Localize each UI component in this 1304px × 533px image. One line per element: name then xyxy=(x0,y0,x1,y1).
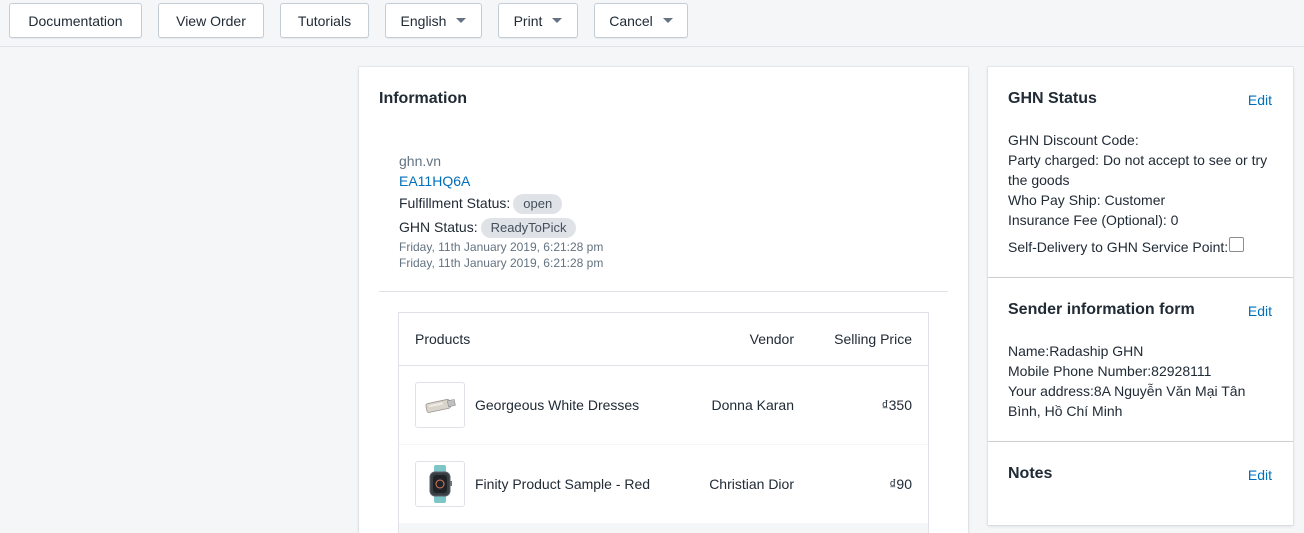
ghn-status-label: GHN Status: xyxy=(399,219,478,235)
ghn-status-title: GHN Status xyxy=(1008,90,1097,107)
sender-info-title: Sender information form xyxy=(1008,301,1195,318)
product-price: ₫90 xyxy=(889,476,912,492)
usb-drive-icon xyxy=(425,398,456,413)
print-dropdown[interactable]: Print xyxy=(498,3,578,38)
product-name[interactable]: Finity Product Sample - Red xyxy=(475,476,650,492)
header-vendor: Vendor xyxy=(749,331,794,347)
sender-info-card: Sender information form Edit Name:Radash… xyxy=(988,278,1293,441)
self-delivery-checkbox[interactable] xyxy=(1229,236,1245,252)
documentation-button-label: Documentation xyxy=(28,12,123,29)
caret-down-icon xyxy=(552,18,563,23)
updated-date: Friday, 11th January 2019, 6:21:28 pm xyxy=(399,256,604,270)
who-pay-ship: Who Pay Ship: Customer xyxy=(1008,192,1166,208)
order-code-link[interactable]: EA11HQ6A xyxy=(399,171,470,191)
language-dropdown[interactable]: English xyxy=(385,3,482,38)
notes-card: Notes Edit xyxy=(988,442,1293,525)
fulfillment-status-badge: open xyxy=(513,194,563,214)
information-title: Information xyxy=(379,90,467,107)
header-products: Products xyxy=(415,331,471,347)
sender-info-edit-link[interactable]: Edit xyxy=(1248,303,1272,319)
self-delivery-label: Self-Delivery to GHN Service Point: xyxy=(1008,239,1229,255)
sender-name: Name:Radaship GHN xyxy=(1008,343,1144,359)
fulfillment-status-label: Fulfillment Status: xyxy=(399,195,511,211)
table-row[interactable]: Finity Product Sample - Red Christian Di… xyxy=(399,445,928,524)
view-order-button-label: View Order xyxy=(176,12,246,29)
tutorials-button[interactable]: Tutorials xyxy=(280,3,369,38)
header-selling-price: Selling Price xyxy=(834,331,912,347)
products-table-header: Products Vendor Selling Price xyxy=(399,313,928,366)
cancel-dropdown-label: Cancel xyxy=(609,12,653,29)
sender-phone: Mobile Phone Number:82928111 xyxy=(1008,363,1212,379)
divider xyxy=(379,291,948,292)
sender-details: Name:Radaship GHN Mobile Phone Number:82… xyxy=(1008,341,1273,421)
product-thumbnail xyxy=(415,382,465,428)
top-toolbar: Documentation View Order Tutorials Engli… xyxy=(0,0,1304,47)
insurance-fee: Insurance Fee (Optional): 0 xyxy=(1008,212,1179,228)
discount-code: GHN Discount Code: xyxy=(1008,132,1139,148)
product-price: ₫350 xyxy=(881,397,912,413)
created-date: Friday, 11th January 2019, 6:21:28 pm xyxy=(399,240,604,254)
product-vendor: Christian Dior xyxy=(709,476,794,492)
fulfillment-status: Fulfillment Status: open xyxy=(399,193,563,214)
products-table: Products Vendor Selling Price Georgeous … xyxy=(398,312,929,533)
view-order-button[interactable]: View Order xyxy=(158,3,264,38)
ghn-status-details: GHN Discount Code: Party charged: Do not… xyxy=(1008,130,1273,257)
table-footer-strip xyxy=(399,524,928,533)
ghn-status-badge: ReadyToPick xyxy=(480,218,577,238)
print-dropdown-label: Print xyxy=(513,12,543,29)
source-domain: ghn.vn xyxy=(399,153,442,169)
table-row[interactable]: Georgeous White Dresses Donna Karan ₫350 xyxy=(399,366,928,445)
product-thumbnail xyxy=(415,461,465,507)
documentation-button[interactable]: Documentation xyxy=(9,3,142,38)
notes-edit-link[interactable]: Edit xyxy=(1248,467,1272,483)
party-charged: Party charged: Do not accept to see or t… xyxy=(1008,152,1268,188)
notes-title: Notes xyxy=(1008,465,1053,482)
ghn-status-edit-link[interactable]: Edit xyxy=(1248,92,1272,108)
smartwatch-icon xyxy=(429,465,452,503)
sender-address: Your address:8A Nguyễn Văn Mại Tân Bình,… xyxy=(1008,383,1246,419)
product-vendor: Donna Karan xyxy=(711,397,794,413)
caret-down-icon xyxy=(662,18,673,23)
product-name[interactable]: Georgeous White Dresses xyxy=(475,397,639,413)
ghn-status-card: GHN Status Edit GHN Discount Code: Party… xyxy=(988,67,1293,277)
self-delivery-row: Self-Delivery to GHN Service Point: xyxy=(1008,236,1273,257)
ghn-status: GHN Status: ReadyToPick xyxy=(399,217,577,238)
tutorials-button-label: Tutorials xyxy=(297,12,352,29)
language-dropdown-label: English xyxy=(400,12,447,29)
caret-down-icon xyxy=(456,18,467,23)
cancel-dropdown[interactable]: Cancel xyxy=(594,3,688,38)
